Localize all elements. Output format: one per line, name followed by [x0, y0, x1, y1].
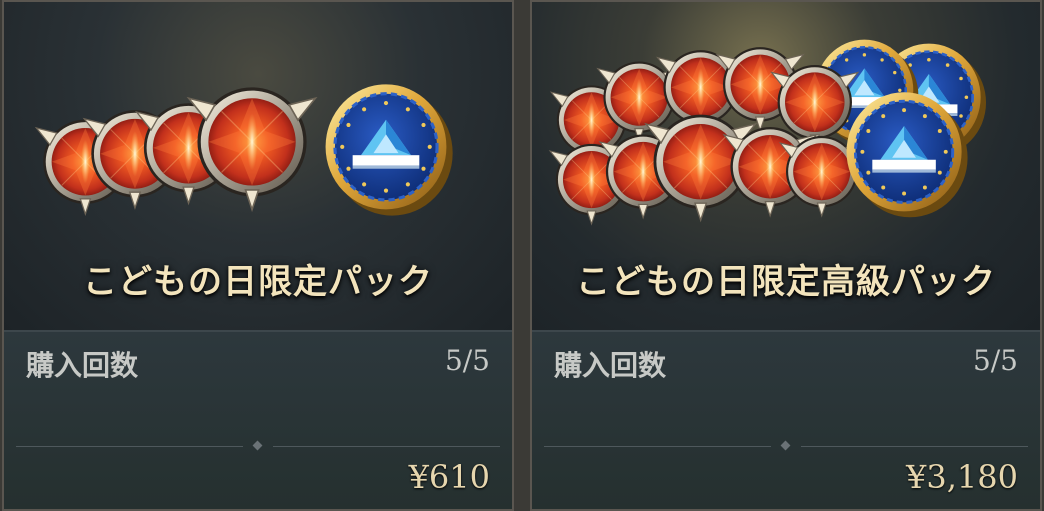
price: ¥610 — [408, 458, 490, 496]
separator — [16, 440, 500, 452]
kabuto-coin-icon — [324, 82, 455, 218]
purchase-count-label: 購入回数 — [26, 349, 139, 382]
pack-art — [549, 38, 988, 225]
pack-banner: こどもの日限定パック — [4, 2, 512, 330]
diamond-ornament-icon — [252, 440, 263, 451]
pack-card-childrens-day[interactable]: こどもの日限定パック 購入回数 5/5 ¥610 — [2, 0, 514, 511]
pack-info: 購入回数 5/5 ¥610 — [4, 332, 512, 509]
pack-title: こどもの日限定パック — [83, 262, 433, 302]
diamond-ornament-icon — [780, 440, 791, 451]
pack-info: 購入回数 5/5 ¥3,180 — [532, 332, 1040, 509]
purchase-count-value: 5/5 — [972, 344, 1018, 377]
purchase-count-label: 購入回数 — [554, 349, 667, 382]
pack-art — [35, 82, 455, 218]
purchase-count-value: 5/5 — [444, 344, 490, 377]
pack-title: こどもの日限定高級パック — [576, 262, 996, 302]
price: ¥3,180 — [906, 458, 1018, 496]
pack-banner: こどもの日限定高級パック — [532, 2, 1040, 330]
red-gem-icon — [187, 86, 317, 211]
pack-card-childrens-day-premium[interactable]: こどもの日限定高級パック 購入回数 5/5 ¥3,180 — [530, 0, 1042, 511]
separator — [544, 440, 1028, 452]
